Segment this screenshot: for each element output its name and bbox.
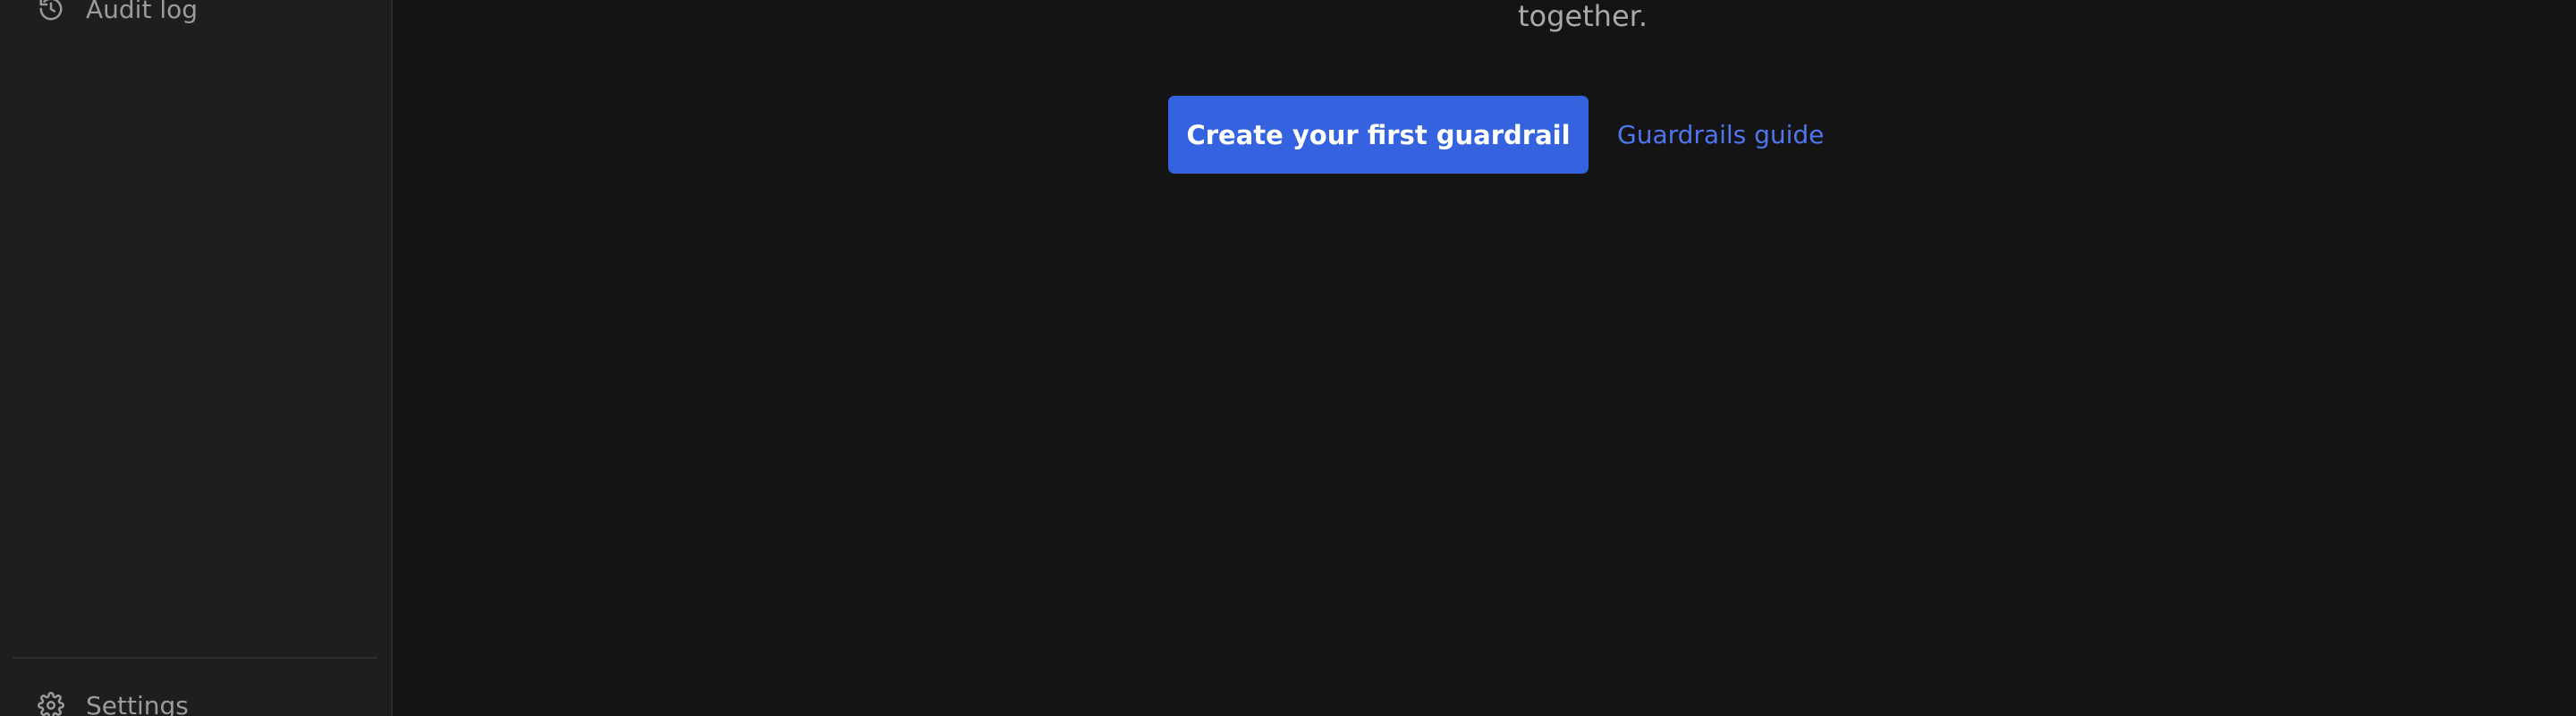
gear-icon bbox=[36, 690, 66, 716]
sidebar-item-settings[interactable]: Settings bbox=[36, 687, 189, 716]
sidebar-item-audit-log[interactable]: Audit log bbox=[36, 0, 198, 27]
app-window: Audit log Settings together. Create your… bbox=[0, 0, 2576, 716]
empty-state-description: together. bbox=[1517, 0, 1648, 33]
sidebar-item-label: Settings bbox=[86, 690, 189, 716]
history-icon bbox=[36, 0, 66, 24]
sidebar-divider bbox=[13, 657, 377, 659]
create-guardrail-button[interactable]: Create your first guardrail bbox=[1168, 96, 1589, 174]
guardrails-guide-link[interactable]: Guardrails guide bbox=[1617, 120, 1824, 149]
sidebar: Audit log Settings bbox=[0, 0, 393, 716]
empty-state-actions: Create your first guardrail Guardrails g… bbox=[1168, 96, 1824, 174]
main-content: together. Create your first guardrail Gu… bbox=[393, 0, 2576, 716]
sidebar-item-label: Audit log bbox=[86, 0, 199, 24]
